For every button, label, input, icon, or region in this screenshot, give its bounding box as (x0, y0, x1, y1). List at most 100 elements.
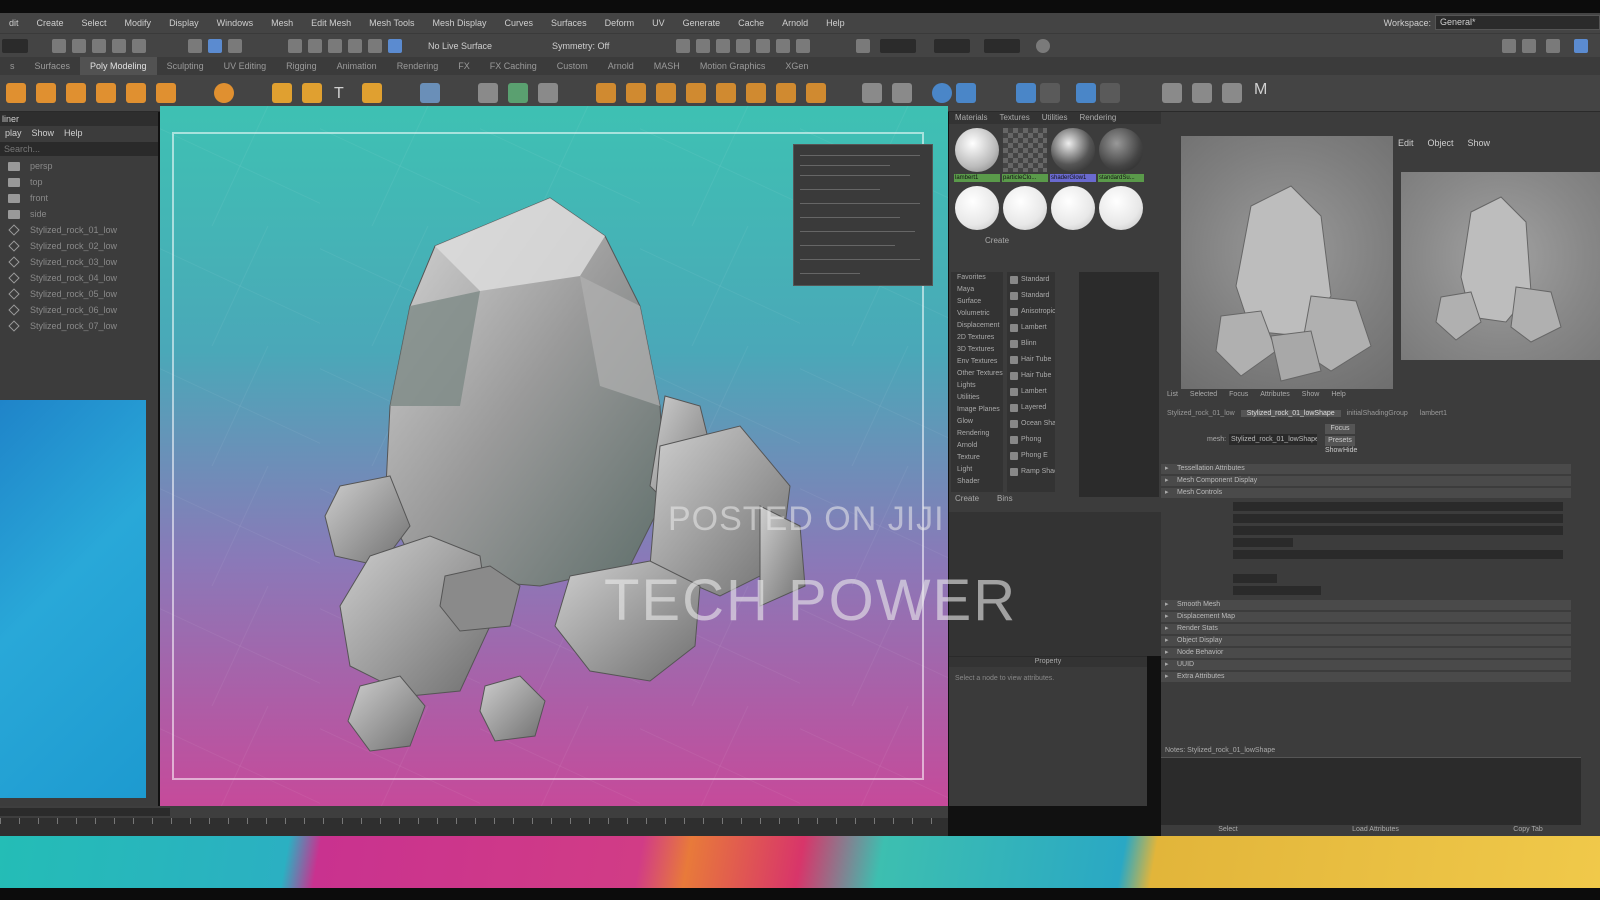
copy-tab-button[interactable]: Copy Tab (1513, 826, 1542, 836)
node-category[interactable]: Texture (951, 452, 1003, 464)
ae-node-tab[interactable]: lambert1 (1414, 410, 1453, 417)
shelf-tab-fx-caching[interactable]: FX Caching (480, 57, 547, 75)
open-scene-icon[interactable] (72, 39, 86, 53)
ae-section[interactable]: Smooth Mesh (1161, 600, 1571, 610)
hypershade-icon[interactable] (756, 39, 770, 53)
view-layout-1-icon[interactable] (1016, 83, 1036, 103)
node-type[interactable]: Lambert (1007, 384, 1055, 400)
shelf-tab-sculpting[interactable]: Sculpting (157, 57, 214, 75)
menu-cache[interactable]: Cache (729, 18, 773, 28)
connect-icon[interactable] (892, 83, 912, 103)
mirror-icon[interactable] (626, 83, 646, 103)
material-swatch[interactable] (1099, 128, 1143, 172)
ae-caption-selected[interactable]: Selected (1184, 391, 1223, 398)
view-layout-2-icon[interactable] (1040, 83, 1060, 103)
attribute-editor-icon[interactable] (1522, 39, 1536, 53)
pencil-icon[interactable] (1162, 83, 1182, 103)
material-swatch[interactable] (1051, 186, 1095, 230)
select-by-component-icon[interactable] (228, 39, 242, 53)
hs-tab-materials[interactable]: Materials (949, 112, 993, 124)
ae-section[interactable]: Render Stats (1161, 624, 1571, 634)
viewport[interactable] (160, 106, 948, 806)
notes-area[interactable]: Notes: Stylized_rock_01_lowShape (1161, 747, 1581, 825)
ae-section[interactable]: Object Display (1161, 636, 1571, 646)
svg-icon[interactable] (302, 83, 322, 103)
node-category[interactable]: Other Textures (951, 368, 1003, 380)
snap-curve-icon[interactable] (308, 39, 322, 53)
input-line-icon[interactable] (856, 39, 870, 53)
outliner-item[interactable]: Stylized_rock_02_low (0, 238, 158, 254)
node-type[interactable]: Standard (1007, 288, 1055, 304)
node-category[interactable]: Displacement (951, 320, 1003, 332)
time-ruler[interactable] (0, 818, 948, 836)
outliner-menu-display[interactable]: play (0, 126, 27, 140)
hs-bottom-tab-create[interactable]: Create (955, 494, 979, 503)
channel-box-icon[interactable] (1574, 39, 1588, 53)
ae-node-tab[interactable]: initialShadingGroup (1341, 410, 1414, 417)
new-scene-icon[interactable] (52, 39, 66, 53)
node-category[interactable]: Light (951, 464, 1003, 476)
ae-caption-list[interactable]: List (1161, 391, 1184, 398)
ae-section[interactable]: Mesh Controls (1161, 488, 1571, 498)
fill-hole-icon[interactable] (776, 83, 796, 103)
poly-plane-icon[interactable] (126, 83, 146, 103)
node-category[interactable]: Glow (951, 416, 1003, 428)
menu-curves[interactable]: Curves (496, 18, 543, 28)
poly-torus-icon[interactable] (156, 83, 176, 103)
multi-cut-icon[interactable] (806, 83, 826, 103)
node-category[interactable]: Lights (951, 380, 1003, 392)
outliner-menu-help[interactable]: Help (59, 126, 88, 140)
node-type[interactable]: Layered (1007, 400, 1055, 416)
snap-view-plane-icon[interactable] (348, 39, 362, 53)
outliner-search-input[interactable]: Search... (0, 142, 158, 156)
calendar-icon[interactable] (420, 83, 440, 103)
hs-tab-textures[interactable]: Textures (993, 112, 1035, 124)
menu-windows[interactable]: Windows (208, 18, 263, 28)
poly-cube-icon[interactable] (36, 83, 56, 103)
shelf-tab-animation[interactable]: Animation (327, 57, 387, 75)
outliner-item[interactable]: Stylized_rock_07_low (0, 318, 158, 334)
save-scene-icon[interactable] (92, 39, 106, 53)
hs-tab-utilities[interactable]: Utilities (1036, 112, 1074, 124)
poly-sphere-icon[interactable] (6, 83, 26, 103)
outliner-item[interactable]: Stylized_rock_03_low (0, 254, 158, 270)
view-layout-3-icon[interactable] (1076, 83, 1096, 103)
node-type[interactable]: Ramp Shader (1007, 464, 1055, 480)
shelf-tab-curves[interactable]: s (0, 57, 25, 75)
ae-section[interactable]: Displacement Map (1161, 612, 1571, 622)
focus-button[interactable]: Focus (1325, 424, 1355, 434)
menu-select[interactable]: Select (73, 18, 116, 28)
time-slider[interactable] (0, 806, 948, 836)
type-icon[interactable]: T (334, 85, 344, 103)
quad-draw-icon[interactable] (932, 83, 952, 103)
outliner-menu-show[interactable]: Show (27, 126, 60, 140)
shelf-tab-custom[interactable]: Custom (547, 57, 598, 75)
workspace-dropdown[interactable]: General* (1435, 15, 1600, 30)
separate-icon[interactable] (508, 83, 528, 103)
menu-arnold[interactable]: Arnold (773, 18, 817, 28)
mash-icon[interactable]: M (1254, 81, 1267, 99)
ae-menu-object[interactable]: Object (1421, 138, 1461, 148)
menu-mesh-display[interactable]: Mesh Display (424, 18, 496, 28)
outliner-item[interactable]: Stylized_rock_06_low (0, 302, 158, 318)
view-layout-4-icon[interactable] (1100, 83, 1120, 103)
ae-section[interactable]: Node Behavior (1161, 648, 1571, 658)
rock-model[interactable] (160, 106, 948, 806)
node-category[interactable]: 3D Textures (951, 344, 1003, 356)
menu-edit-mesh[interactable]: Edit Mesh (302, 18, 360, 28)
mode-dropdown[interactable] (2, 39, 28, 53)
bridge-icon[interactable] (686, 83, 706, 103)
translate-y-field[interactable] (934, 39, 970, 53)
undo-icon[interactable] (112, 39, 126, 53)
load-attributes-button[interactable]: Load Attributes (1352, 826, 1399, 836)
menu-surfaces[interactable]: Surfaces (542, 18, 596, 28)
ae-menu-show[interactable]: Show (1461, 138, 1498, 148)
node-category[interactable]: Utilities (951, 392, 1003, 404)
menu-help[interactable]: Help (817, 18, 854, 28)
node-category[interactable]: Rendering (951, 428, 1003, 440)
shelf-tab-rendering[interactable]: Rendering (387, 57, 449, 75)
live-surface-label[interactable]: No Live Surface (428, 38, 492, 53)
shelf-tab-motion-graphics[interactable]: Motion Graphics (690, 57, 776, 75)
shelf-tab-xgen[interactable]: XGen (775, 57, 818, 75)
select-by-hierarchy-icon[interactable] (188, 39, 202, 53)
